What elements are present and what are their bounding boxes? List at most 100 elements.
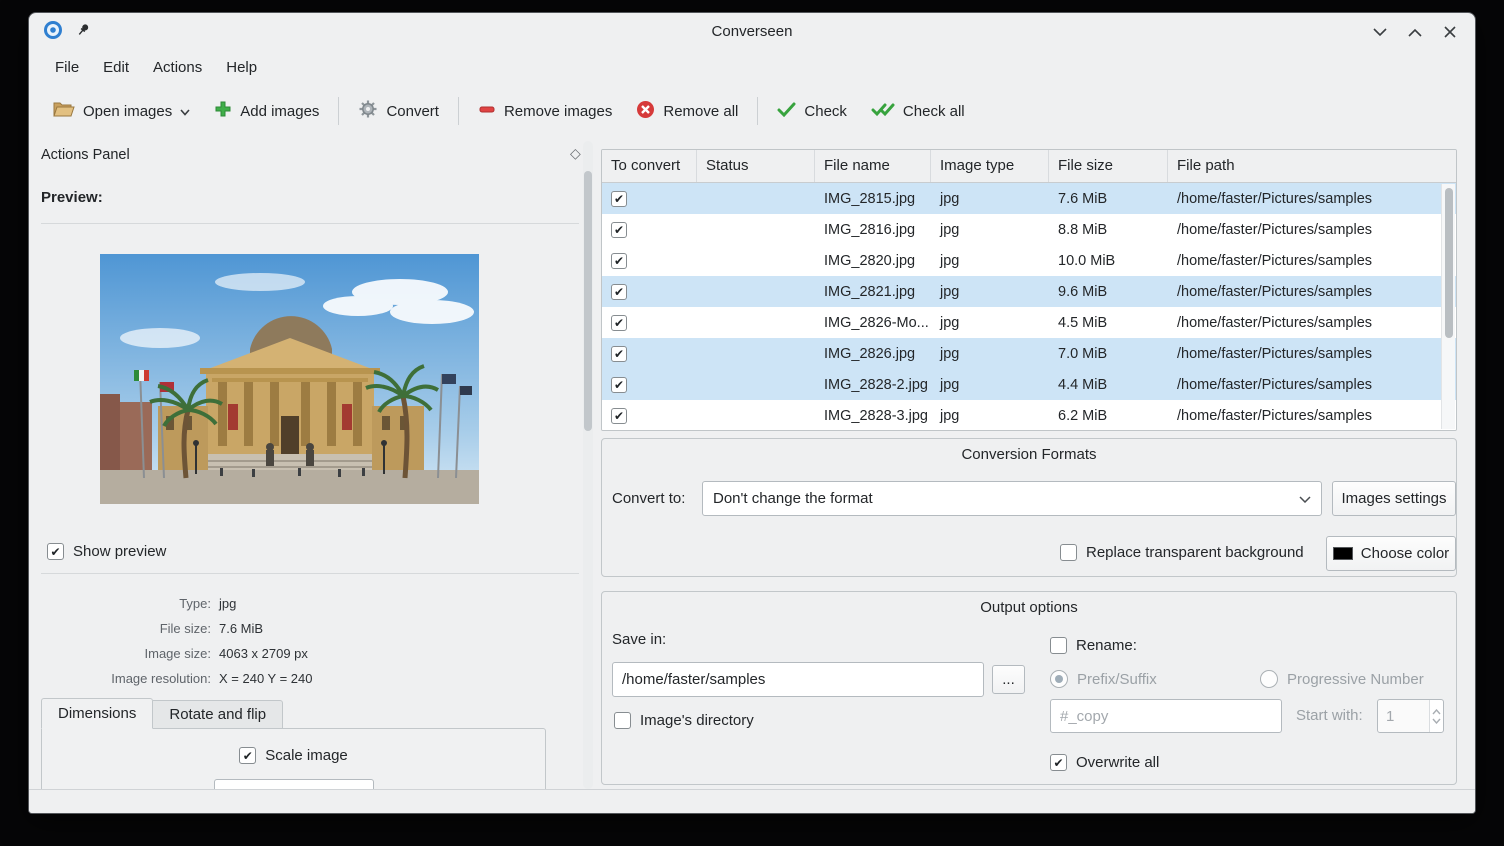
table-row[interactable]: ✔IMG_2815.jpgjpg7.6 MiB/home/faster/Pict… — [602, 183, 1456, 214]
column-header-file-path[interactable]: File path — [1168, 150, 1456, 182]
checkbox-box[interactable] — [614, 712, 631, 729]
choose-color-button[interactable]: Choose color — [1326, 536, 1456, 571]
chosen-color-swatch — [1333, 547, 1353, 560]
checkbox-box[interactable]: ✔ — [1050, 754, 1067, 771]
converseen-window: Converseen File Edit Actions Help — [28, 12, 1476, 814]
minimize-icon[interactable] — [1371, 23, 1389, 41]
prefix-suffix-label: Prefix/Suffix — [1077, 671, 1157, 688]
check-button[interactable]: Check — [765, 94, 859, 129]
radio-button[interactable] — [1260, 670, 1278, 688]
convert-checkbox[interactable]: ✔ — [611, 408, 627, 424]
table-row[interactable]: ✔IMG_2828-3.jpgjpg6.2 MiB/home/faster/Pi… — [602, 400, 1456, 431]
check-glyph-icon: ✔ — [243, 750, 253, 762]
column-header-file-size[interactable]: File size — [1049, 150, 1168, 182]
replace-transparent-checkbox[interactable]: Replace transparent background — [1060, 544, 1304, 561]
table-row[interactable]: ✔IMG_2826-Mo...jpg4.5 MiB/home/faster/Pi… — [602, 307, 1456, 338]
menu-file[interactable]: File — [43, 51, 91, 85]
progressive-number-radio[interactable]: Progressive Number — [1260, 670, 1424, 688]
row-file-name: IMG_2821.jpg — [815, 284, 931, 300]
convert-checkbox[interactable]: ✔ — [611, 315, 627, 331]
table-row[interactable]: ✔IMG_2816.jpgjpg8.8 MiB/home/faster/Pict… — [602, 214, 1456, 245]
actions-panel-header[interactable]: Actions Panel ◇ — [33, 141, 595, 171]
panel-scrollbar[interactable] — [583, 141, 593, 789]
prefix-suffix-radio[interactable]: Prefix/Suffix — [1050, 670, 1157, 688]
convert-button[interactable]: Convert — [346, 91, 451, 131]
convert-checkbox[interactable]: ✔ — [611, 222, 627, 238]
column-header-status[interactable]: Status — [697, 150, 815, 182]
spinner-arrows[interactable] — [1429, 700, 1443, 732]
row-convert-checkbox[interactable]: ✔ — [602, 315, 697, 331]
row-file-size: 10.0 MiB — [1049, 253, 1168, 269]
chevron-down-icon — [1432, 718, 1441, 724]
tab-rotate-and-flip[interactable]: Rotate and flip — [153, 700, 283, 729]
remove-all-button[interactable]: Remove all — [624, 92, 750, 131]
save-path-input[interactable] — [612, 662, 984, 697]
start-with-spinner[interactable] — [1377, 699, 1444, 733]
column-header-file-name[interactable]: File name — [815, 150, 931, 182]
row-file-name: IMG_2826.jpg — [815, 346, 931, 362]
row-convert-checkbox[interactable]: ✔ — [602, 408, 697, 424]
scrollbar-thumb[interactable] — [1445, 188, 1453, 338]
checkbox-box[interactable] — [1060, 544, 1077, 561]
convert-checkbox[interactable]: ✔ — [611, 191, 627, 207]
remove-all-label: Remove all — [663, 103, 738, 120]
check-glyph-icon: ✔ — [614, 286, 624, 298]
images-directory-checkbox[interactable]: Image's directory — [614, 712, 754, 729]
remove-images-button[interactable]: Remove images — [466, 92, 624, 130]
window-title: Converseen — [29, 13, 1475, 51]
rename-checkbox[interactable]: Rename: — [1050, 637, 1137, 654]
row-file-size: 7.0 MiB — [1049, 346, 1168, 362]
checkbox-box[interactable]: ✔ — [47, 543, 64, 560]
images-settings-button[interactable]: Images settings — [1332, 481, 1456, 516]
dock-float-icon[interactable]: ◇ — [570, 145, 581, 162]
tab-dimensions[interactable]: Dimensions — [41, 698, 153, 729]
table-scrollbar[interactable] — [1441, 184, 1455, 429]
check-all-button[interactable]: Check all — [859, 94, 977, 129]
row-file-size: 7.6 MiB — [1049, 191, 1168, 207]
convert-checkbox[interactable]: ✔ — [611, 284, 627, 300]
format-combobox[interactable]: Don't change the format — [702, 481, 1322, 516]
row-file-path: /home/faster/Pictures/samples — [1168, 346, 1456, 362]
checkbox-box[interactable] — [1050, 637, 1067, 654]
table-row[interactable]: ✔IMG_2820.jpgjpg10.0 MiB/home/faster/Pic… — [602, 245, 1456, 276]
table-header: To convert Status File name Image type F… — [602, 150, 1456, 183]
convert-checkbox[interactable]: ✔ — [611, 377, 627, 393]
checkbox-box[interactable]: ✔ — [239, 747, 256, 764]
overwrite-all-checkbox[interactable]: ✔ Overwrite all — [1050, 754, 1159, 771]
images-directory-label: Image's directory — [640, 712, 754, 729]
rename-pattern-input[interactable] — [1050, 699, 1282, 733]
row-convert-checkbox[interactable]: ✔ — [602, 191, 697, 207]
convert-checkbox[interactable]: ✔ — [611, 346, 627, 362]
scrollbar-thumb[interactable] — [584, 171, 592, 431]
spinner-value[interactable] — [1378, 700, 1429, 732]
row-convert-checkbox[interactable]: ✔ — [602, 222, 697, 238]
menu-edit[interactable]: Edit — [91, 51, 141, 85]
table-row[interactable]: ✔IMG_2821.jpgjpg9.6 MiB/home/faster/Pict… — [602, 276, 1456, 307]
row-convert-checkbox[interactable]: ✔ — [602, 377, 697, 393]
open-images-button[interactable]: Open images — [41, 92, 202, 130]
row-image-type: jpg — [931, 253, 1049, 269]
row-convert-checkbox[interactable]: ✔ — [602, 346, 697, 362]
scale-value-field[interactable] — [214, 779, 374, 789]
table-row[interactable]: ✔IMG_2828-2.jpgjpg4.4 MiB/home/faster/Pi… — [602, 369, 1456, 400]
close-icon[interactable] — [1441, 23, 1459, 41]
format-value: Don't change the format — [713, 490, 873, 507]
title-bar[interactable]: Converseen — [29, 13, 1475, 51]
menu-actions[interactable]: Actions — [141, 51, 214, 85]
scale-image-checkbox[interactable]: ✔ Scale image — [42, 747, 545, 764]
maximize-icon[interactable] — [1406, 23, 1424, 41]
add-images-button[interactable]: Add images — [202, 92, 331, 130]
column-header-image-type[interactable]: Image type — [931, 150, 1049, 182]
row-file-size: 6.2 MiB — [1049, 408, 1168, 424]
check-all-icon — [871, 102, 895, 121]
browse-button[interactable]: ... — [992, 665, 1025, 694]
dimensions-tab-panel: ✔ Scale image — [41, 728, 546, 789]
radio-button[interactable] — [1050, 670, 1068, 688]
menu-help[interactable]: Help — [214, 51, 269, 85]
row-convert-checkbox[interactable]: ✔ — [602, 284, 697, 300]
row-convert-checkbox[interactable]: ✔ — [602, 253, 697, 269]
show-preview-checkbox[interactable]: ✔ Show preview — [47, 543, 166, 560]
convert-checkbox[interactable]: ✔ — [611, 253, 627, 269]
column-header-to-convert[interactable]: To convert — [602, 150, 697, 182]
table-row[interactable]: ✔IMG_2826.jpgjpg7.0 MiB/home/faster/Pict… — [602, 338, 1456, 369]
